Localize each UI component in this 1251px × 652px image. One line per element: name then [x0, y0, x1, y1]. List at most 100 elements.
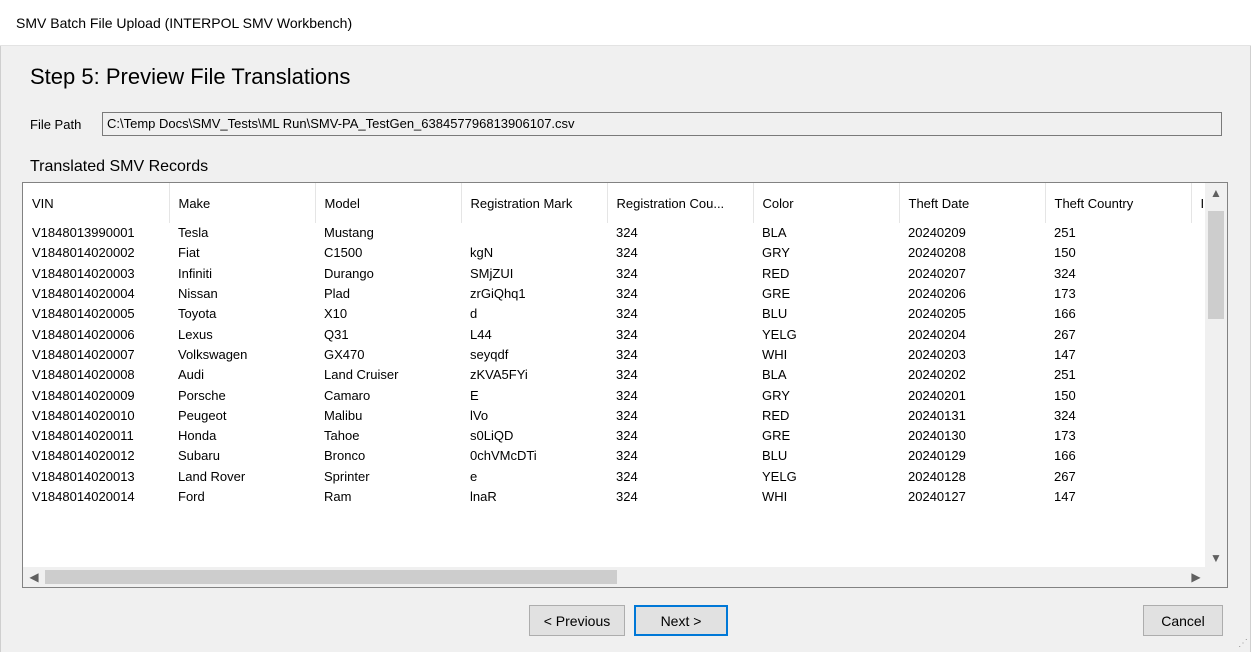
- previous-button[interactable]: < Previous: [529, 605, 625, 636]
- column-header[interactable]: VIN: [23, 183, 170, 223]
- table-cell: 20240130: [908, 428, 966, 444]
- table-cell: Ford: [178, 489, 205, 504]
- file-path-label: File Path: [30, 117, 82, 132]
- table-cell: Tesla: [178, 225, 209, 241]
- table-cell: V1848014020012: [32, 448, 135, 464]
- file-path-field[interactable]: C:\Temp Docs\SMV_Tests\ML Run\SMV-PA_Tes…: [102, 112, 1222, 136]
- table-cell: Bronco: [324, 448, 366, 464]
- table-row[interactable]: V1848014020008 Audi Land Cruiser zKVA5FYi 32…: [23, 365, 1207, 385]
- table-cell: 324: [1054, 407, 1076, 423]
- table-cell: YELG: [762, 326, 797, 342]
- scroll-down-icon[interactable]: ▼: [1205, 551, 1227, 565]
- table-cell: Sprinter: [324, 468, 370, 484]
- table-cell: V1848014020009: [32, 387, 135, 403]
- table-cell: V1848014020010: [32, 407, 135, 423]
- table-row[interactable]: V1848014020004 Nissan Plad zrGiQhq1 324 GRE 20…: [23, 284, 1207, 304]
- table-cell: GRY: [762, 245, 790, 261]
- cancel-button[interactable]: Cancel: [1143, 605, 1223, 636]
- table-cell: YELG: [762, 468, 797, 484]
- resize-grip-icon[interactable]: ⋰: [1238, 638, 1248, 649]
- table-cell: 324: [616, 489, 638, 504]
- column-header[interactable]: Make: [169, 183, 316, 223]
- table-cell: 173: [1054, 428, 1076, 444]
- table-cell: 20240128: [908, 468, 966, 484]
- records-grid[interactable]: VIN Make Model Registration Mark Registratio…: [22, 182, 1228, 588]
- table-cell: [461, 223, 607, 243]
- table-cell: 324: [616, 367, 638, 383]
- column-header[interactable]: Theft Country: [1045, 183, 1192, 223]
- table-cell: 150: [1054, 387, 1076, 403]
- table-cell: Toyota: [178, 306, 217, 322]
- horizontal-scrollbar[interactable]: ◀ ▶: [23, 567, 1227, 587]
- table-cell: 0chVMcDTi: [470, 448, 537, 464]
- table-row[interactable]: V1848014020012 Subaru Bronco 0chVMcDTi 324 BL…: [23, 446, 1207, 466]
- table-cell: V1848014020002: [32, 245, 135, 261]
- vertical-scroll-thumb[interactable]: [1208, 211, 1224, 319]
- table-cell: e: [470, 468, 478, 484]
- table-row[interactable]: V1848014020002 Fiat C1500 kgN 324 GRY 20240208…: [23, 243, 1207, 263]
- table-cell: 147: [1054, 489, 1076, 504]
- table-cell: 324: [616, 326, 638, 342]
- table-row[interactable]: V1848014020009 Porsche Camaro E 324 GRY 202402…: [23, 385, 1207, 405]
- column-header[interactable]: Theft Date: [899, 183, 1046, 223]
- records-section-title: Translated SMV Records: [30, 158, 209, 175]
- table-cell: Q31: [324, 326, 349, 342]
- scroll-up-icon[interactable]: ▲: [1205, 186, 1227, 200]
- table-row[interactable]: V1848014020011 Honda Tahoe s0LiQD 324 GRE 2024…: [23, 426, 1207, 446]
- table-cell: 324: [616, 265, 638, 281]
- table-cell: Fiat: [178, 245, 200, 261]
- table-cell: lVo: [470, 407, 489, 423]
- table-cell: d: [470, 306, 478, 322]
- table-cell: V1848014020005: [32, 306, 135, 322]
- table-cell: 20240206: [908, 286, 966, 302]
- column-header[interactable]: Registration Cou...: [607, 183, 754, 223]
- table-cell: V1848014020007: [32, 346, 135, 362]
- column-header[interactable]: Color: [753, 183, 900, 223]
- table-cell: 324: [1054, 265, 1076, 281]
- table-cell: Land Cruiser: [324, 367, 399, 383]
- table-row[interactable]: V1848014020006 Lexus Q31 L44 324 YELG 20240204…: [23, 324, 1207, 344]
- table-cell: V1848014020013: [32, 468, 135, 484]
- next-button[interactable]: Next >: [634, 605, 728, 636]
- table-cell: BLU: [762, 306, 788, 322]
- scroll-right-icon[interactable]: ▶: [1185, 570, 1207, 584]
- table-cell: SMjZUI: [470, 265, 514, 281]
- table-row[interactable]: V1848014020013 Land Rover Sprinter e 324 YELG…: [23, 467, 1207, 487]
- table-cell: X10: [324, 306, 348, 322]
- table-cell: V1848014020008: [32, 367, 135, 383]
- records-table: VIN Make Model Registration Mark Registratio…: [23, 183, 1208, 507]
- table-cell: Mustang: [324, 225, 374, 241]
- column-header[interactable]: Registration Mark: [461, 183, 608, 223]
- table-cell: 166: [1054, 448, 1076, 464]
- table-cell: 166: [1054, 306, 1076, 322]
- table-cell: V1848014020003: [32, 265, 135, 281]
- vertical-scrollbar[interactable]: ▲ ▼: [1205, 183, 1227, 569]
- table-cell: Peugeot: [178, 407, 227, 423]
- table-cell: Subaru: [178, 448, 220, 464]
- table-cell: 267: [1054, 468, 1076, 484]
- table-row[interactable]: V1848014020014 Ford Ram lnaR 324 WHI 20240127 1…: [23, 487, 1207, 507]
- table-cell: zrGiQhq1: [470, 286, 526, 302]
- table-row[interactable]: V1848014020003 Infiniti Durango SMjZUI 324 RE…: [23, 264, 1207, 284]
- table-cell: Volkswagen: [178, 346, 248, 362]
- scroll-left-icon[interactable]: ◀: [23, 570, 45, 584]
- page-title: Step 5: Preview File Translations: [30, 64, 351, 89]
- table-cell: 20240207: [908, 265, 966, 281]
- table-row[interactable]: V1848014020010 Peugeot Malibu lVo 324 RED 2024…: [23, 406, 1207, 426]
- title-bar: SMV Batch File Upload (INTERPOL SMV Work…: [0, 0, 1251, 46]
- table-cell: Porsche: [178, 387, 226, 403]
- table-cell: BLA: [762, 367, 787, 383]
- table-cell: WHI: [762, 346, 788, 362]
- table-row[interactable]: V1848013990001 Tesla Mustang 324 BLA 20240209…: [23, 223, 1207, 243]
- table-cell: 150: [1054, 245, 1076, 261]
- table-cell: 324: [616, 306, 638, 322]
- table-cell: Plad: [324, 286, 351, 302]
- table-row[interactable]: V1848014020007 Volkswagen GX470 seyqdf 324 WH…: [23, 345, 1207, 365]
- column-header[interactable]: Model: [315, 183, 462, 223]
- table-cell: zKVA5FYi: [470, 367, 528, 383]
- header-row: VIN Make Model Registration Mark Registratio…: [23, 183, 1208, 223]
- table-cell: 20240129: [908, 448, 966, 464]
- table-row[interactable]: V1848014020005 Toyota X10 d 324 BLU 20240205 16…: [23, 304, 1207, 324]
- horizontal-scroll-thumb[interactable]: [45, 570, 617, 584]
- table-cell: 20240205: [908, 306, 966, 322]
